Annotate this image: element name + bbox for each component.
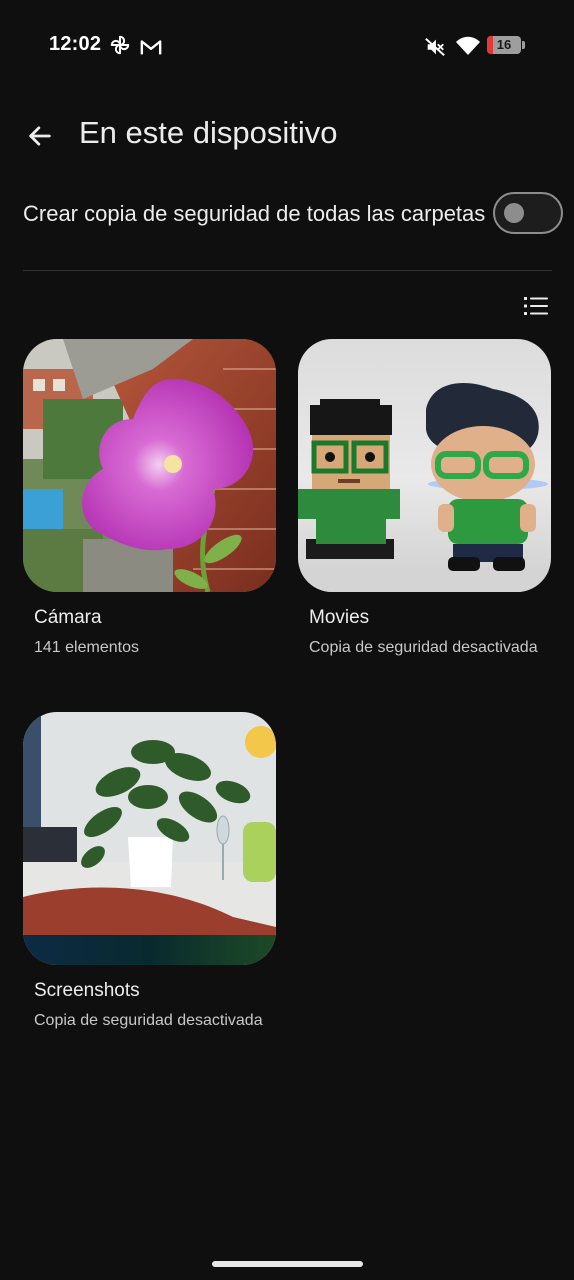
- pinwheel-icon: [110, 35, 130, 55]
- folder-thumbnail: [23, 339, 276, 592]
- list-view-icon: [524, 297, 548, 315]
- battery-tip: [522, 41, 525, 49]
- folder-thumbnail: [23, 712, 276, 965]
- toggle-knob: [504, 203, 524, 223]
- wifi-icon: [456, 36, 480, 55]
- backup-all-row[interactable]: Crear copia de seguridad de todas las ca…: [0, 185, 574, 245]
- folder-subtitle: 141 elementos: [34, 639, 139, 656]
- backup-all-label: Crear copia de seguridad de todas las ca…: [23, 201, 486, 226]
- divider: [23, 270, 552, 271]
- page-title: En este dispositivo: [79, 115, 338, 150]
- folder-camera[interactable]: Cámara 141 elementos: [23, 339, 276, 679]
- arrow-left-icon: [29, 126, 51, 146]
- folder-movies[interactable]: Movies Copia de seguridad desactivada: [298, 339, 551, 679]
- flower-photo: [23, 339, 276, 592]
- status-bar: 12:02 16: [0, 0, 574, 92]
- folder-thumbnail: [298, 339, 551, 592]
- mute-icon: [425, 38, 445, 56]
- back-button[interactable]: [20, 116, 60, 156]
- list-view-button[interactable]: [518, 289, 554, 323]
- folder-name: Movies: [309, 607, 370, 628]
- folder-subtitle: Copia de seguridad desactivada: [309, 639, 538, 656]
- folder-subtitle: Copia de seguridad desactivada: [34, 1012, 263, 1029]
- gesture-nav-handle[interactable]: [212, 1261, 363, 1267]
- plant-photo: [23, 712, 276, 965]
- battery-level: 16: [496, 37, 512, 52]
- folder-screenshots[interactable]: Screenshots Copia de seguridad desactiva…: [23, 712, 276, 1057]
- status-time: 12:02: [49, 33, 102, 55]
- folder-name: Screenshots: [34, 980, 140, 1001]
- battery-icon: 16: [487, 36, 521, 54]
- figures-photo: [298, 339, 551, 592]
- gmail-icon: [140, 40, 162, 55]
- folder-name: Cámara: [34, 607, 102, 628]
- backup-all-toggle[interactable]: [493, 192, 563, 234]
